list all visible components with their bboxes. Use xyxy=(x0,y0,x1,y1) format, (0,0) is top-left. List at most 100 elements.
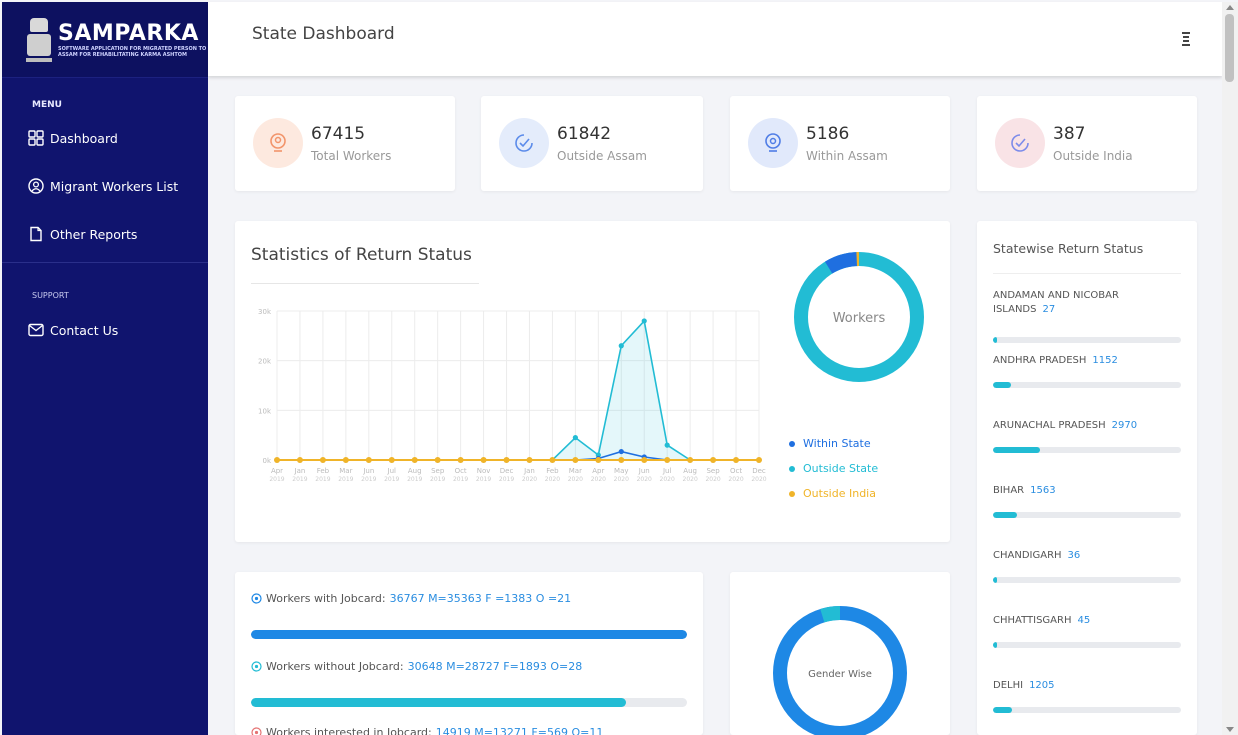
x-tick-label: 2019 xyxy=(292,476,307,483)
x-tick-label: 2019 xyxy=(476,476,491,483)
scrollbar-thumb[interactable] xyxy=(1225,14,1234,82)
target-icon xyxy=(251,661,262,672)
statewise-return-card: Statewise Return Status ANDAMAN AND NICO… xyxy=(977,221,1197,735)
donut-center-label: Workers xyxy=(833,311,886,326)
state-value: 1205 xyxy=(1029,680,1055,691)
state-emblem-icon xyxy=(24,14,52,66)
document-icon xyxy=(30,226,42,242)
x-tick-label: 2020 xyxy=(614,476,629,483)
scroll-up-arrow-icon[interactable] xyxy=(1226,5,1234,10)
data-point xyxy=(572,457,579,463)
top-header: State Dashboard xyxy=(208,2,1222,76)
state-name: ARUNACHAL PRADESH 2970 xyxy=(993,420,1138,431)
jobcard-card: Workers with Jobcard: 36767 M=35363 F =1… xyxy=(235,572,703,735)
target-icon xyxy=(251,727,262,735)
data-point xyxy=(641,457,648,463)
stat-value: 387 xyxy=(1053,124,1086,144)
return-status-line-chart: 30k20k10k0kApr2019Jan2019Feb2019Mar2019J… xyxy=(258,308,767,483)
x-tick-label: Dec xyxy=(500,467,514,475)
sidebar-item-dashboard[interactable]: Dashboard xyxy=(28,114,208,162)
x-tick-label: Sep xyxy=(431,467,445,475)
jobcard-without-progress xyxy=(251,698,687,707)
x-tick-label: Nov xyxy=(477,467,491,475)
statewise-row: BIHAR 1563 xyxy=(993,484,1181,518)
x-tick-label: 2019 xyxy=(453,476,468,483)
stat-label: Total Workers xyxy=(311,149,392,163)
x-tick-label: Jan xyxy=(523,467,535,475)
support-heading: SUPPORT xyxy=(32,291,69,300)
x-tick-label: Apr xyxy=(592,467,604,475)
stat-icon-circle xyxy=(499,118,549,168)
x-tick-label: Jun xyxy=(362,467,374,475)
x-tick-label: Jun xyxy=(638,467,650,475)
stat-label: Within Assam xyxy=(806,149,888,163)
x-tick-label: 2020 xyxy=(705,476,720,483)
state-progress-fill xyxy=(993,642,997,648)
x-tick-label: Jul xyxy=(387,467,397,475)
page-scrollbar[interactable] xyxy=(1222,2,1238,735)
scroll-down-arrow-icon[interactable] xyxy=(1226,727,1234,732)
workers-donut-chart: Workers xyxy=(794,252,924,382)
sidebar-item-other-reports[interactable]: Other Reports xyxy=(28,210,208,258)
jobcard-with-progress xyxy=(251,630,687,639)
x-tick-label: Feb xyxy=(546,467,559,475)
state-name: ANDAMAN AND NICOBAR ISLANDS 27 xyxy=(993,290,1119,315)
title-underline xyxy=(251,283,479,284)
data-point xyxy=(503,457,510,463)
page-title: State Dashboard xyxy=(252,24,395,44)
state-progress xyxy=(993,577,1181,583)
x-tick-label: 2020 xyxy=(728,476,743,483)
data-point xyxy=(664,457,671,463)
check-shield-icon xyxy=(515,134,533,152)
brand-logo[interactable]: SAMPARKA SOFTWARE APPLICATION FOR MIGRAT… xyxy=(2,2,208,78)
x-tick-label: 2020 xyxy=(522,476,537,483)
menu-toggle-icon[interactable] xyxy=(1182,32,1190,46)
statewise-row: ARUNACHAL PRADESH 2970 xyxy=(993,419,1181,453)
brand-name: SAMPARKA xyxy=(58,20,199,46)
gender-donut-chart: Gender Wise xyxy=(773,606,907,735)
return-status-legend: Within State Outside State Outside India xyxy=(789,437,878,512)
data-point xyxy=(480,457,487,463)
x-tick-label: Oct xyxy=(455,467,467,475)
sidebar-item-label: Other Reports xyxy=(50,226,138,242)
stat-icon-circle xyxy=(748,118,798,168)
data-point xyxy=(641,318,647,324)
state-name: DELHI 1205 xyxy=(993,680,1055,691)
x-tick-label: 2020 xyxy=(683,476,698,483)
state-progress xyxy=(993,447,1181,453)
menu-heading: MENU xyxy=(32,100,62,110)
state-progress xyxy=(993,512,1181,518)
person-circle-icon xyxy=(28,178,44,194)
x-tick-label: 2020 xyxy=(660,476,675,483)
legend-within-state[interactable]: Within State xyxy=(789,437,878,450)
state-value: 36 xyxy=(1067,550,1081,561)
statewise-row: CHANDIGARH 36 xyxy=(993,549,1181,583)
state-progress-fill xyxy=(993,577,997,583)
state-value: 1563 xyxy=(1030,485,1056,496)
state-value: 27 xyxy=(1042,304,1056,315)
state-name: CHHATTISGARH 45 xyxy=(993,615,1091,626)
statewise-row: ANDHRA PRADESH 1152 xyxy=(993,354,1181,388)
state-progress-fill xyxy=(993,512,1018,518)
x-tick-label: Mar xyxy=(339,467,352,475)
legend-outside-state[interactable]: Outside State xyxy=(789,462,878,475)
stat-value: 5186 xyxy=(806,124,850,144)
donut-segment-female xyxy=(820,606,841,623)
statewise-row: ANDAMAN AND NICOBAR ISLANDS 27 xyxy=(993,289,1181,343)
person-pin-icon xyxy=(270,133,286,152)
statewise-row: CHHATTISGARH 45 xyxy=(993,614,1181,648)
state-progress-fill xyxy=(993,382,1012,388)
y-tick-label: 0k xyxy=(262,457,271,465)
data-point xyxy=(411,457,418,463)
donut-center-label: Gender Wise xyxy=(808,669,872,680)
data-point xyxy=(687,457,694,463)
stat-icon-circle xyxy=(253,118,303,168)
sidebar-item-migrant-workers[interactable]: Migrant Workers List xyxy=(28,162,208,210)
legend-outside-india[interactable]: Outside India xyxy=(789,487,878,500)
state-name: ANDHRA PRADESH 1152 xyxy=(993,355,1118,366)
x-tick-label: Aug xyxy=(408,467,422,475)
data-point xyxy=(274,457,280,463)
statewise-title: Statewise Return Status xyxy=(993,241,1144,256)
mail-icon xyxy=(28,323,44,337)
sidebar-item-contact-us[interactable]: Contact Us xyxy=(28,306,208,354)
